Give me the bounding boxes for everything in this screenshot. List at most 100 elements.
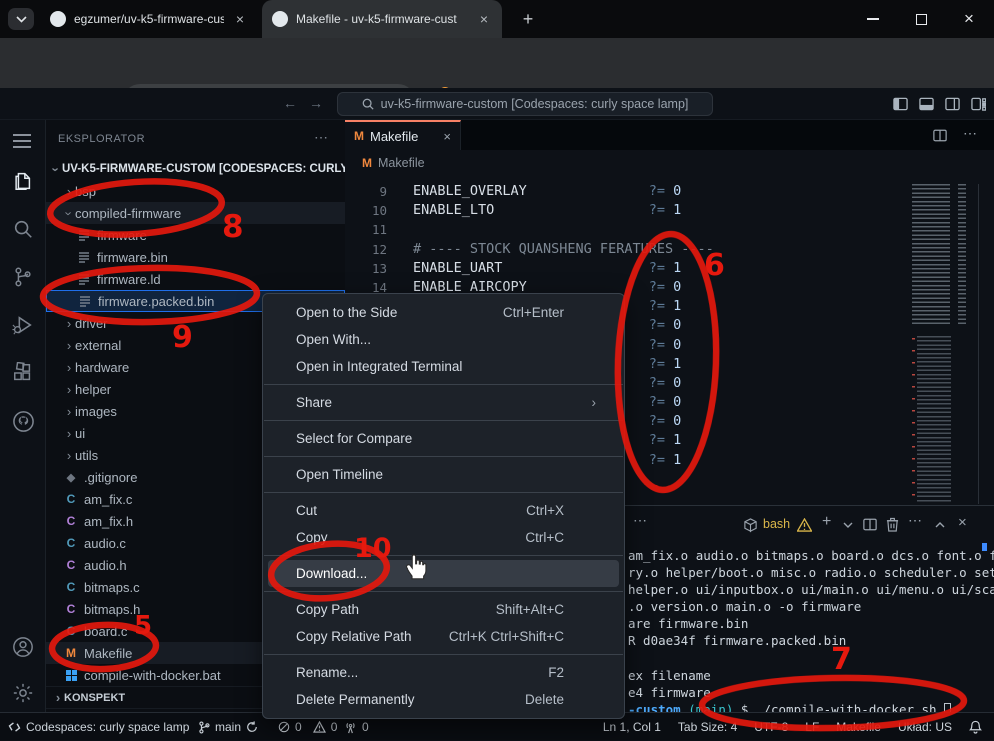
menu-item-share[interactable]: Share›: [268, 389, 619, 416]
customize-layout-icon[interactable]: [971, 97, 986, 111]
menu-item-copy-relative-path[interactable]: Copy Relative PathCtrl+K Ctrl+Shift+C: [268, 623, 619, 650]
breadcrumb[interactable]: M Makefile: [345, 150, 994, 176]
settings-gear-icon[interactable]: [12, 682, 34, 704]
kill-terminal-trash-icon[interactable]: [886, 517, 899, 532]
tree-root-uv-k5-firmware-custom-codespaces-curly[interactable]: ›UV-K5-FIRMWARE-CUSTOM [CODESPACES: CURL…: [46, 158, 345, 180]
run-debug-icon[interactable]: [12, 314, 34, 336]
menu-item-open-timeline[interactable]: Open Timeline: [268, 461, 619, 488]
toggle-secondary-sidebar-icon[interactable]: [945, 97, 960, 111]
tab-close-icon[interactable]: ×: [476, 11, 492, 27]
history-forward-icon[interactable]: →: [309, 95, 323, 111]
new-terminal-icon[interactable]: +: [822, 513, 831, 531]
extensions-icon[interactable]: [12, 362, 34, 384]
h-file-icon: C: [67, 514, 76, 528]
terminal-line: am_fix.o audio.o bitmaps.o board.o dcs.o…: [628, 547, 992, 564]
file-icon: [78, 229, 90, 241]
minimap[interactable]: [910, 184, 974, 504]
new-tab-button[interactable]: +: [516, 7, 540, 31]
file-icon: [78, 273, 90, 285]
close-panel-icon[interactable]: ×: [958, 514, 967, 531]
menu-separator: [264, 384, 623, 385]
terminal-line: ry.o helper/boot.o misc.o radio.o schedu…: [628, 564, 992, 581]
breadcrumb-item: Makefile: [378, 156, 425, 170]
menu-item-select-for-compare[interactable]: Select for Compare: [268, 425, 619, 452]
menu-item-label: Rename...: [296, 665, 358, 680]
menu-item-copy-path[interactable]: Copy PathShift+Alt+C: [268, 596, 619, 623]
account-icon[interactable]: [12, 636, 34, 658]
menu-item-label: Copy Relative Path: [296, 629, 412, 644]
explorer-more-actions-icon[interactable]: ⋯: [314, 129, 328, 146]
tab-search-button[interactable]: [8, 8, 34, 30]
branch-indicator[interactable]: main: [198, 713, 258, 741]
tree-item-bsp[interactable]: ›bsp: [46, 180, 345, 202]
menu-hamburger-icon[interactable]: [12, 133, 32, 149]
browser-tab-inactive[interactable]: egzumer/uv-k5-firmware-custo ×: [40, 0, 258, 38]
tree-item-label: compile-with-docker.bat: [84, 668, 221, 683]
panel-views-more-icon[interactable]: ⋯: [908, 512, 922, 529]
github-icon[interactable]: [12, 410, 35, 433]
menu-item-delete-permanently[interactable]: Delete PermanentlyDelete: [268, 686, 619, 713]
warnings-icon: [313, 721, 326, 733]
tree-item-firmware-bin[interactable]: firmware.bin: [46, 246, 345, 268]
code-line-11: 11: [345, 220, 994, 239]
toggle-panel-icon[interactable]: [919, 97, 934, 111]
code-line-13: 13ENABLE_UART ?= 1: [345, 259, 994, 278]
chevron-right-icon: ›: [63, 338, 75, 353]
chevron-down-icon: ›: [49, 163, 64, 175]
status-right-group[interactable]: Ln 1, Col 1 Tab Size: 4 UTF-8 LF Makefil…: [603, 713, 982, 741]
menu-separator: [264, 555, 623, 556]
tree-item-label: bitmaps.h: [84, 602, 140, 617]
tree-item-label: ui: [75, 426, 85, 441]
command-center[interactable]: uv-k5-firmware-custom [Codespaces: curly…: [337, 92, 713, 116]
maximize-panel-icon[interactable]: [935, 521, 945, 528]
browser-tab-title: Makefile - uv-k5-firmware-cust: [296, 12, 468, 26]
editor-more-actions-icon[interactable]: ⋯: [963, 125, 977, 142]
tree-item-label: bsp: [75, 184, 96, 199]
history-back-icon[interactable]: ←: [283, 95, 297, 111]
menu-item-cut[interactable]: CutCtrl+X: [268, 497, 619, 524]
toggle-sidebar-icon[interactable]: [893, 97, 908, 111]
menu-item-open-in-integrated-terminal[interactable]: Open in Integrated Terminal: [268, 353, 619, 380]
language-mode: Makefile: [836, 720, 881, 734]
tree-item-firmware-ld[interactable]: firmware.ld: [46, 268, 345, 290]
tab-close-icon[interactable]: ×: [443, 129, 451, 144]
menu-item-download[interactable]: Download...: [268, 560, 619, 587]
terminal-line: [628, 650, 992, 667]
terminal-output[interactable]: am_fix.o audio.o bitmaps.o board.o dcs.o…: [628, 547, 992, 718]
terminal-warning-icon: [797, 518, 812, 532]
window-minimize-button[interactable]: [850, 0, 896, 38]
browser-tab-active[interactable]: Makefile - uv-k5-firmware-cust ×: [262, 0, 502, 38]
split-terminal-icon[interactable]: [863, 518, 877, 531]
tree-item-label: board.c: [84, 624, 127, 639]
menu-item-shortcut: Ctrl+C: [525, 530, 598, 545]
terminal-dropdown-icon[interactable]: [843, 522, 853, 529]
panel-more-actions-icon[interactable]: ⋯: [633, 512, 647, 529]
eol: LF: [805, 720, 819, 734]
terminal-shell-label[interactable]: bash: [763, 517, 790, 531]
remote-indicator[interactable]: Codespaces: curly space lamp: [8, 713, 189, 741]
explorer-icon[interactable]: [12, 170, 34, 192]
menu-item-open-to-the-side[interactable]: Open to the SideCtrl+Enter: [268, 299, 619, 326]
window-close-button[interactable]: ×: [946, 0, 992, 38]
h-file-icon: C: [67, 602, 76, 616]
tree-item-firmware[interactable]: firmware: [46, 224, 345, 246]
editor-tab-makefile[interactable]: M Makefile ×: [345, 120, 461, 150]
source-control-icon[interactable]: [12, 266, 34, 288]
keyboard-layout: Układ: US: [898, 720, 952, 734]
chevron-right-icon: ›: [63, 382, 75, 397]
menu-item-copy[interactable]: Copy Ctrl+C: [268, 524, 619, 551]
line-number: 11: [357, 220, 387, 239]
notifications-bell-icon[interactable]: [969, 720, 982, 734]
activity-bar: [0, 120, 46, 712]
menu-item-rename[interactable]: Rename...F2: [268, 659, 619, 686]
search-icon[interactable]: [12, 218, 34, 240]
menu-item-open-with[interactable]: Open With...: [268, 326, 619, 353]
tab-close-icon[interactable]: ×: [232, 11, 248, 27]
chevron-down-icon: [16, 16, 27, 23]
menu-item-label: Copy: [296, 530, 328, 545]
editor-scrollbar[interactable]: [978, 184, 979, 504]
tree-item-label: audio.h: [84, 558, 127, 573]
window-maximize-button[interactable]: [898, 0, 944, 38]
tree-item-compiled-firmware[interactable]: ›compiled-firmware: [46, 202, 345, 224]
split-editor-icon[interactable]: [933, 129, 947, 142]
